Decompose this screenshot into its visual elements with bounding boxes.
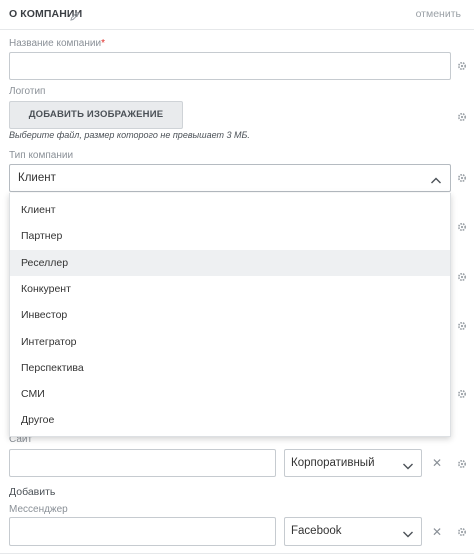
gear-icon[interactable] [457,321,467,331]
gear-icon[interactable] [457,112,467,122]
dropdown-option[interactable]: СМИ [10,381,450,407]
messenger-type-value: Facebook [291,525,342,537]
dropdown-option[interactable]: Инвестор [10,302,450,328]
file-size-hint: Выберите файл, размер которого не превыш… [9,130,250,140]
chevron-up-icon [430,173,442,191]
company-name-label: Название компании* [9,38,105,49]
cancel-link[interactable]: отменить [416,8,461,20]
gear-icon[interactable] [457,61,467,71]
close-icon[interactable]: ✕ [432,526,442,538]
gear-icon[interactable] [457,527,467,537]
site-input[interactable] [9,449,276,477]
company-type-select[interactable]: Клиент [9,164,451,192]
add-link[interactable]: Добавить [9,486,55,498]
dropdown-option[interactable]: Интегратор [10,329,450,355]
gear-icon[interactable] [457,222,467,232]
company-type-value: Клиент [18,172,56,184]
chevron-down-icon [402,526,414,544]
dropdown-option-highlighted[interactable]: Реселлер [10,250,450,276]
dropdown-option[interactable]: Клиент [10,197,450,223]
company-name-input[interactable] [9,52,451,80]
gear-icon[interactable] [457,173,467,183]
company-type-dropdown: Клиент Партнер Реселлер Конкурент Инвест… [9,193,451,437]
logo-label: Логотип [9,86,46,97]
messenger-label: Мессенджер [9,504,68,515]
gear-icon[interactable] [457,459,467,469]
messenger-input[interactable] [9,517,276,546]
dropdown-option[interactable]: Другое [10,407,450,433]
dropdown-option[interactable]: Перспектива [10,355,450,381]
divider [0,553,474,554]
add-image-button[interactable]: ДОБАВИТЬ ИЗОБРАЖЕНИЕ [9,101,183,129]
company-type-label: Тип компании [9,150,74,161]
dropdown-option[interactable]: Конкурент [10,276,450,302]
dropdown-option[interactable]: Партнер [10,223,450,249]
site-type-value: Корпоративный [291,457,375,469]
pencil-icon[interactable] [70,8,80,21]
chevron-down-icon [402,458,414,476]
close-icon[interactable]: ✕ [432,457,442,469]
gear-icon[interactable] [457,389,467,399]
site-type-select[interactable]: Корпоративный [284,449,422,477]
messenger-type-select[interactable]: Facebook [284,517,422,546]
gear-icon[interactable] [457,272,467,282]
